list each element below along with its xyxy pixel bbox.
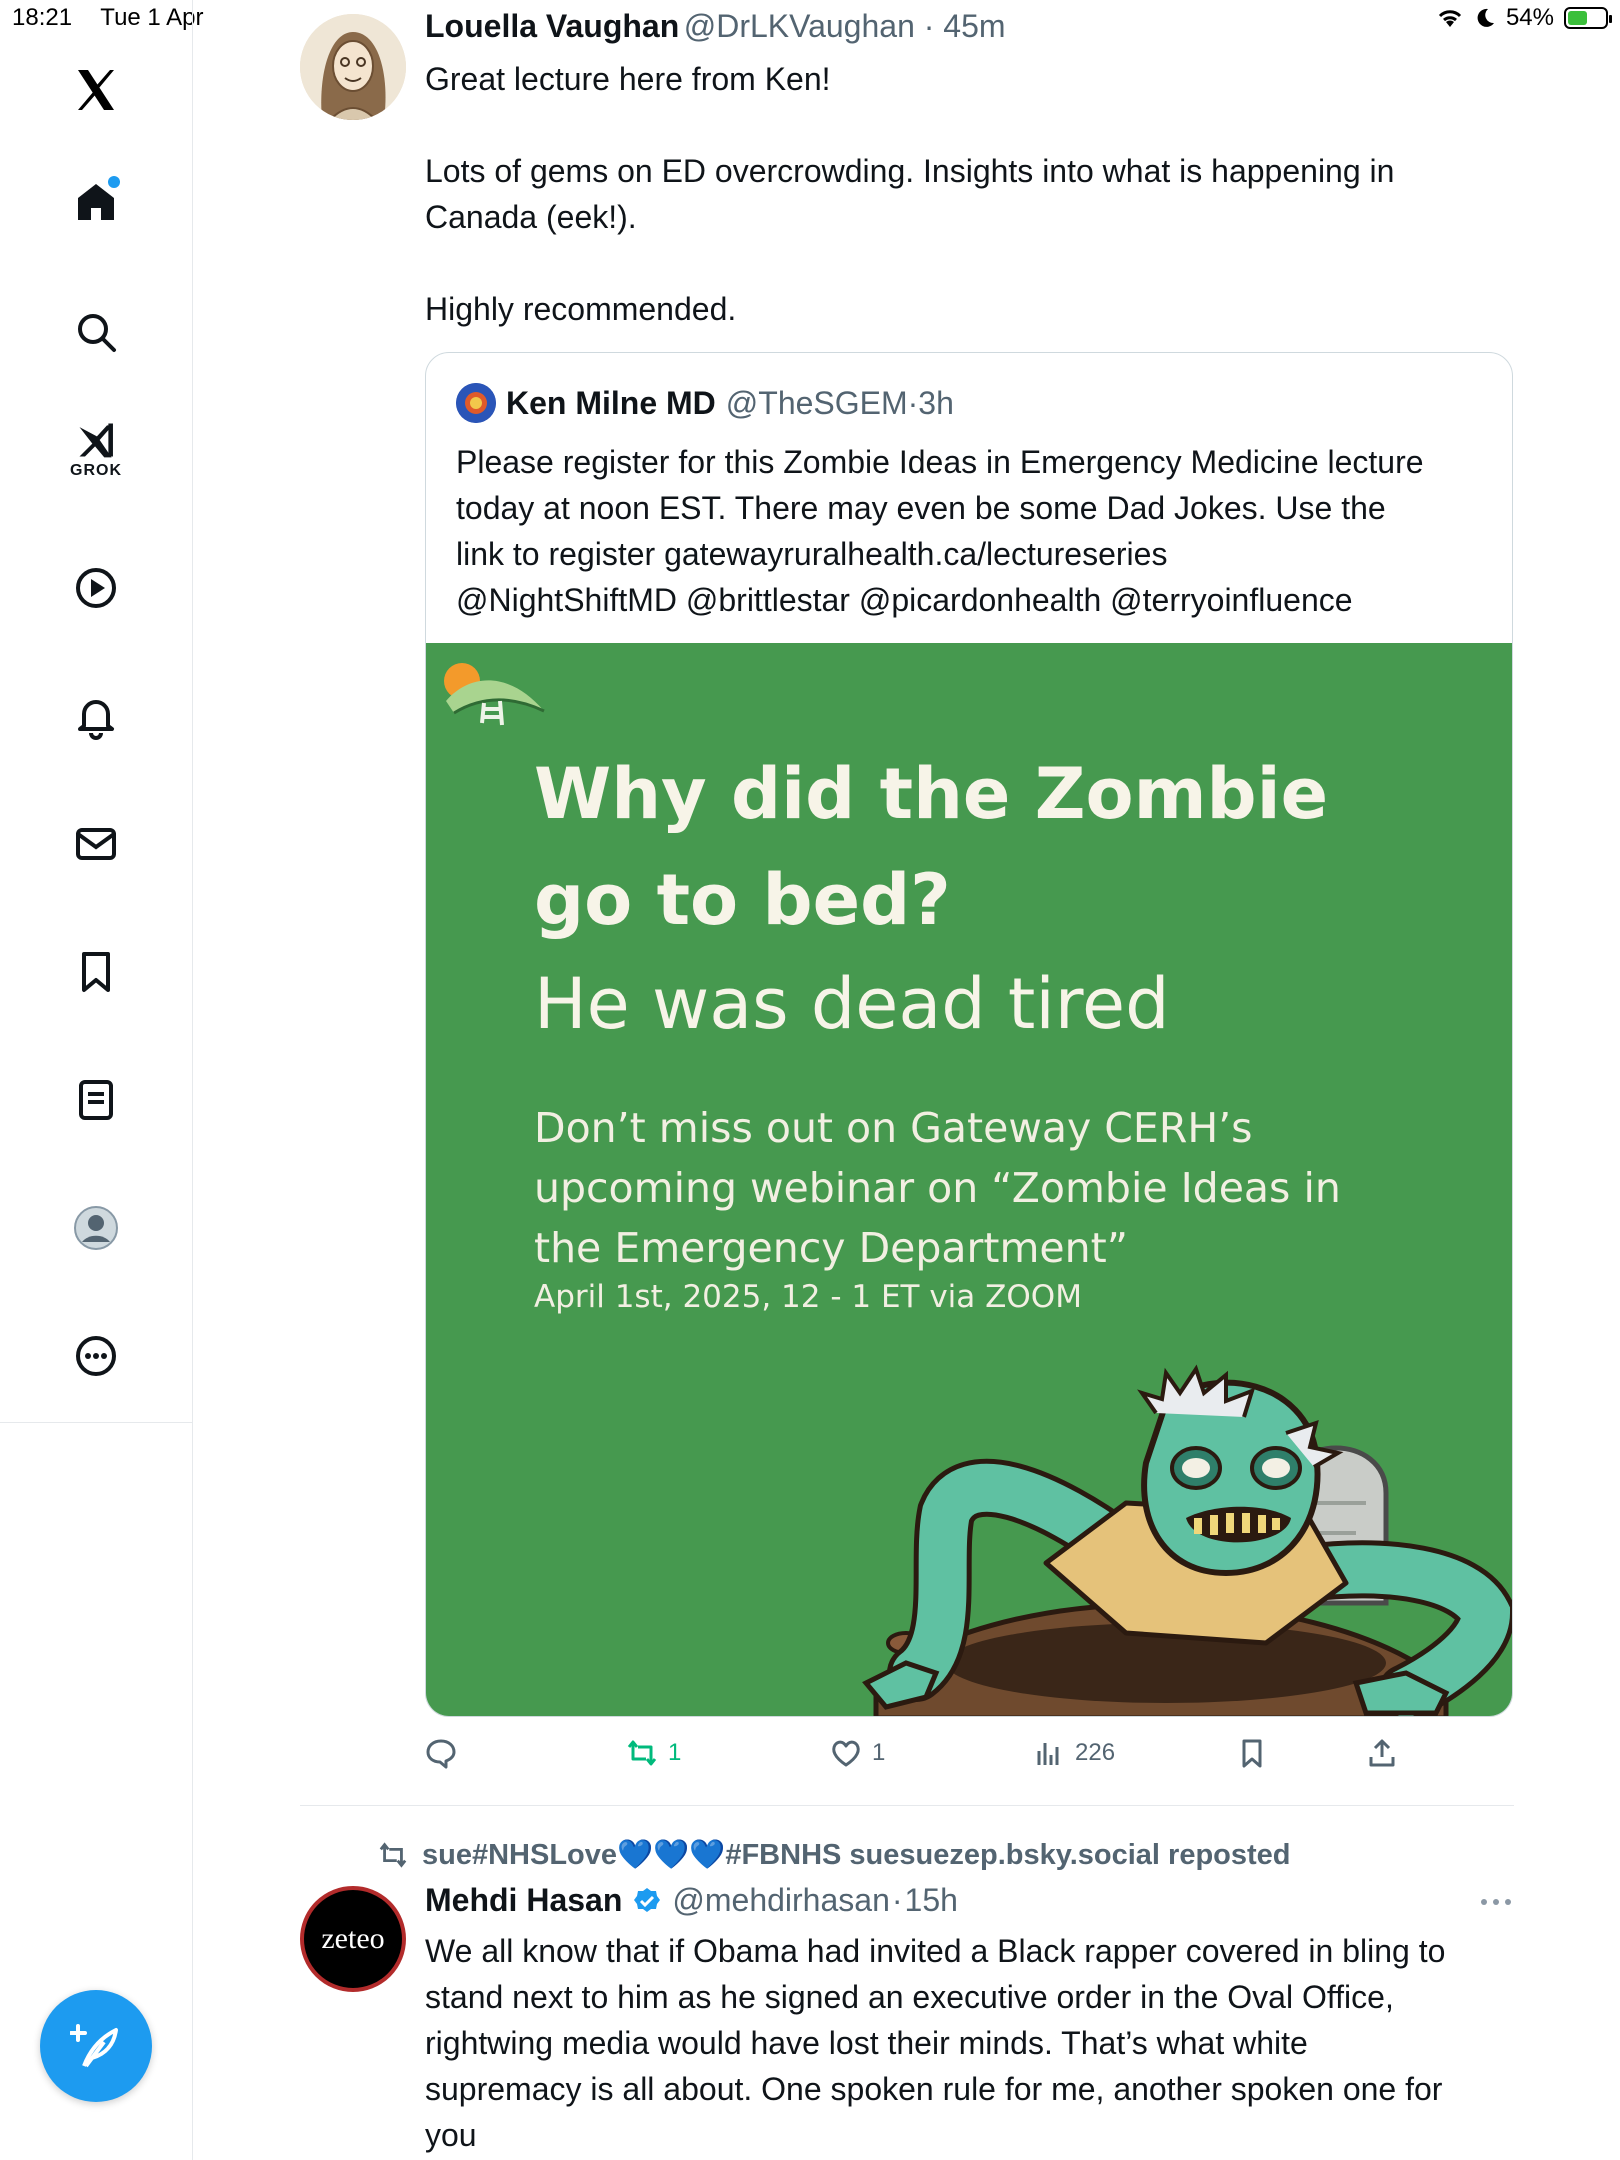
promo-description: Don’t miss out on Gateway CERH’s upcomin…	[534, 1098, 1414, 1278]
quote-line: today at noon EST. There may even be som…	[456, 490, 1386, 526]
tweet-divider	[300, 1805, 1514, 1806]
quote-author-name: Ken Milne MD	[506, 384, 716, 421]
author-handle[interactable]: @DrLKVaughan	[684, 8, 915, 44]
repost-button[interactable]: 1	[626, 1737, 681, 1769]
tweet-header: Mehdi Hasan @mehdirhasan · 15h	[425, 1882, 958, 1919]
tweet-time[interactable]: 45m	[943, 8, 1005, 44]
separator-dot: ·	[907, 384, 919, 421]
tweet-line: supremacy is all about. One spoken rule …	[425, 2071, 1443, 2107]
grok-icon[interactable]: GROK	[66, 418, 126, 498]
tweet-line: Great lecture here from Ken!	[425, 61, 831, 97]
wifi-icon	[1438, 10, 1462, 27]
status-bar-right: 54%	[1436, 4, 1612, 32]
separator-dot: ·	[891, 1882, 903, 1918]
quote-line[interactable]: @NightShiftMD @brittlestar @picardonheal…	[456, 577, 1496, 623]
mail-icon[interactable]	[66, 814, 126, 874]
compose-button[interactable]	[40, 1990, 152, 2102]
tweet-header: Louella Vaughan @DrLKVaughan · 45m	[425, 8, 1006, 45]
promo-date: April 1st, 2025, 12 - 1 ET via ZOOM	[534, 1279, 1082, 1315]
more-icon[interactable]	[66, 1326, 126, 1386]
author-name[interactable]: Louella Vaughan	[425, 8, 679, 44]
avatar[interactable]	[300, 14, 406, 120]
tweet-text: Great lecture here from Ken! Lots of gem…	[425, 56, 1515, 332]
quoted-tweet-card[interactable]: Ken Milne MD @TheSGEM · 3h Please register…	[425, 352, 1513, 1717]
promo-line: Don’t miss out on Gateway CERH’s	[534, 1104, 1253, 1152]
zombie-illustration	[862, 1364, 1512, 1716]
verified-badge-icon	[634, 1887, 661, 1912]
notification-dot	[108, 176, 120, 188]
promo-heading-1: Why did the Zombie	[534, 753, 1329, 835]
home-icon[interactable]	[66, 172, 126, 232]
views-chart-icon	[1037, 1743, 1059, 1765]
tweet-line: Lots of gems on ED overcrowding. Insight…	[425, 153, 1395, 189]
author-avatar-illustration	[300, 14, 406, 120]
repost-icon	[627, 1740, 657, 1766]
moon-icon	[1477, 8, 1494, 27]
bookmark-icon[interactable]	[66, 942, 126, 1002]
compose-feather-icon	[70, 2024, 118, 2068]
more-options-button[interactable]	[1480, 1894, 1512, 1912]
profile-icon[interactable]	[66, 1198, 126, 1258]
share-icon	[1369, 1739, 1395, 1767]
heart-icon	[832, 1740, 860, 1767]
avatar[interactable]: zeteo	[300, 1886, 406, 1992]
tweet-line: stand next to him as he signed an execut…	[425, 1979, 1394, 2015]
battery-percent: 54%	[1505, 4, 1554, 31]
quote-header: Ken Milne MD @TheSGEM · 3h	[456, 383, 954, 423]
reply-icon	[426, 1739, 456, 1769]
repost-context[interactable]: sue#NHSLove💙💙💙#FBNHS suesuezep.bsky.soci…	[378, 1838, 1291, 1872]
tweet-line: Highly recommended.	[425, 291, 737, 327]
video-play-icon[interactable]	[66, 558, 126, 618]
battery-icon	[1564, 7, 1612, 29]
promo-line: upcoming webinar on “Zombie Ideas in	[534, 1164, 1341, 1212]
share-button[interactable]	[1366, 1737, 1398, 1769]
reply-button[interactable]	[425, 1737, 467, 1769]
grok-label: GROK	[70, 462, 122, 479]
gateway-logo-icon	[444, 663, 545, 726]
quote-media-image[interactable]: Why did the Zombie go to bed? He was dea…	[426, 643, 1512, 1716]
bell-icon[interactable]	[66, 686, 126, 746]
quote-text: Please register for this Zombie Ideas in…	[456, 439, 1496, 623]
sgem-logo-icon	[456, 383, 496, 423]
promo-punchline: He was dead tired	[534, 963, 1170, 1045]
tweet-line: you	[425, 2117, 477, 2153]
repost-icon	[379, 1842, 407, 1868]
quote-time: 3h	[918, 384, 954, 421]
author-name[interactable]: Mehdi Hasan	[425, 1882, 622, 1919]
tweet-time[interactable]: 15h	[905, 1882, 958, 1919]
bookmark-button[interactable]	[1236, 1737, 1268, 1769]
zeteo-logo-text: zeteo	[321, 1922, 385, 1955]
list-icon[interactable]	[66, 1070, 126, 1130]
tweet-text: We all know that if Obama had invited a …	[425, 1928, 1515, 2158]
quote-line[interactable]: link to register gatewayruralhealth.ca/l…	[456, 531, 1496, 577]
author-handle[interactable]: @mehdirhasan	[672, 1882, 889, 1919]
quote-line: Please register for this Zombie Ideas in…	[456, 444, 1424, 480]
tweet-line: Canada (eek!).	[425, 199, 637, 235]
promo-heading-2: go to bed?	[534, 859, 951, 941]
repost-count: 1	[668, 1739, 682, 1766]
tweet-line: We all know that if Obama had invited a …	[425, 1933, 1446, 1969]
views-count: 226	[1075, 1739, 1116, 1766]
promo-line: the Emergency Department”	[534, 1224, 1128, 1272]
sidebar-divider	[0, 1422, 192, 1423]
repost-context-text: sue#NHSLove💙💙💙#FBNHS suesuezep.bsky.soci…	[422, 1839, 1291, 1871]
more-dots-icon	[1481, 1899, 1511, 1905]
column-divider	[192, 1422, 193, 2160]
like-count: 1	[872, 1739, 886, 1766]
quote-avatar[interactable]	[456, 383, 496, 423]
bookmark-icon	[1242, 1739, 1262, 1768]
quote-author-handle: @TheSGEM	[725, 384, 908, 421]
tweet-line: rightwing media would have lost their mi…	[425, 2025, 1308, 2061]
x-logo-icon[interactable]	[66, 60, 126, 120]
separator-dot: ·	[914, 8, 944, 44]
like-button[interactable]: 1	[830, 1737, 885, 1769]
search-icon[interactable]	[66, 302, 126, 362]
views-button[interactable]: 226	[1033, 1737, 1115, 1769]
